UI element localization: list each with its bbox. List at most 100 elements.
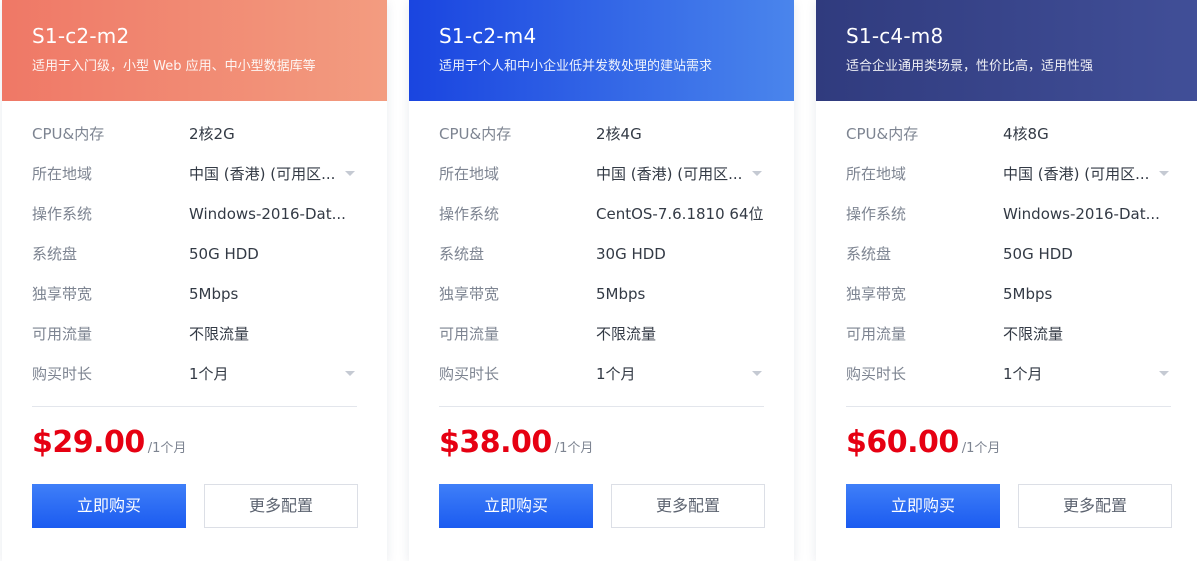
divider — [846, 406, 1171, 407]
spec-label: 所在地域 — [439, 165, 500, 183]
region-select-value[interactable]: 中国 (香港) (可用区... — [596, 154, 746, 194]
divider — [439, 406, 764, 407]
spec-row-system-disk: 系统盘 30G HDD — [439, 234, 764, 274]
spec-row-os: 操作系统 Windows-2016-Dat... — [32, 194, 357, 234]
price-unit: /1个月 — [554, 441, 594, 456]
spec-label: 系统盘 — [846, 245, 892, 263]
plan-title: S1-c2-m2 — [32, 24, 130, 48]
spec-list: CPU&内存 2核4G 所在地域 中国 (香港) (可用区... 操作系统 Ce… — [439, 114, 764, 394]
region-select[interactable]: 所在地域 中国 (香港) (可用区... — [32, 154, 357, 194]
chevron-down-icon[interactable] — [345, 371, 355, 376]
spec-value: CentOS-7.6.1810 64位 — [596, 205, 764, 223]
spec-label: 系统盘 — [32, 245, 78, 263]
plan-title: S1-c4-m8 — [846, 24, 944, 48]
spec-label: 购买时长 — [439, 365, 500, 383]
spec-value: 5Mbps — [189, 285, 239, 303]
spec-label: 独享带宽 — [846, 285, 907, 303]
chevron-down-icon[interactable] — [1159, 371, 1169, 376]
divider — [32, 406, 357, 407]
plan-header: S1-c4-m8 适合企业通用类场景，性价比高，适用性强 — [816, 0, 1197, 101]
buy-now-button[interactable]: 立即购买 — [32, 484, 186, 528]
duration-select[interactable]: 购买时长 1个月 — [846, 354, 1171, 394]
plan-description: 适合企业通用类场景，性价比高，适用性强 — [846, 59, 1094, 74]
region-select[interactable]: 所在地域 中国 (香港) (可用区... — [439, 154, 764, 194]
price-row: $38.00/1个月 — [439, 425, 593, 465]
duration-select-value[interactable]: 1个月 — [1003, 354, 1153, 394]
region-select-value[interactable]: 中国 (香港) (可用区... — [189, 154, 339, 194]
spec-list: CPU&内存 2核2G 所在地域 中国 (香港) (可用区... 操作系统 Wi… — [32, 114, 357, 394]
spec-value: Windows-2016-Dat... — [189, 205, 346, 223]
spec-value: 50G HDD — [189, 245, 259, 263]
plan-card-s1-c2-m2: S1-c2-m2 适用于入门级，小型 Web 应用、中小型数据库等 CPU&内存… — [2, 0, 387, 561]
buy-now-button[interactable]: 立即购买 — [439, 484, 593, 528]
spec-row-system-disk: 系统盘 50G HDD — [32, 234, 357, 274]
price: $38.00 — [439, 425, 552, 460]
spec-row-bandwidth: 独享带宽 5Mbps — [846, 274, 1171, 314]
plan-description: 适用于入门级，小型 Web 应用、中小型数据库等 — [32, 59, 316, 74]
spec-label: 所在地域 — [846, 165, 907, 183]
spec-label: 操作系统 — [32, 205, 93, 223]
duration-select-value[interactable]: 1个月 — [596, 354, 746, 394]
spec-row-traffic: 可用流量 不限流量 — [846, 314, 1171, 354]
spec-label: CPU&内存 — [32, 125, 105, 143]
spec-label: 操作系统 — [439, 205, 500, 223]
chevron-down-icon[interactable] — [345, 171, 355, 176]
buy-now-button[interactable]: 立即购买 — [846, 484, 1000, 528]
plan-header: S1-c2-m2 适用于入门级，小型 Web 应用、中小型数据库等 — [2, 0, 387, 101]
spec-row-system-disk: 系统盘 50G HDD — [846, 234, 1171, 274]
chevron-down-icon[interactable] — [752, 171, 762, 176]
region-select-value[interactable]: 中国 (香港) (可用区... — [1003, 154, 1153, 194]
spec-value: 4核8G — [1003, 125, 1049, 143]
spec-label: 可用流量 — [846, 325, 907, 343]
spec-value: 2核2G — [189, 125, 235, 143]
chevron-down-icon[interactable] — [752, 371, 762, 376]
spec-row-traffic: 可用流量 不限流量 — [32, 314, 357, 354]
spec-value: 不限流量 — [189, 325, 250, 343]
spec-row-bandwidth: 独享带宽 5Mbps — [439, 274, 764, 314]
plan-description: 适用于个人和中小企业低并发数处理的建站需求 — [439, 59, 713, 74]
spec-label: CPU&内存 — [846, 125, 919, 143]
region-select[interactable]: 所在地域 中国 (香港) (可用区... — [846, 154, 1171, 194]
spec-value: 不限流量 — [1003, 325, 1064, 343]
duration-select[interactable]: 购买时长 1个月 — [32, 354, 357, 394]
chevron-down-icon[interactable] — [1159, 171, 1169, 176]
spec-value: 5Mbps — [596, 285, 646, 303]
spec-row-os: 操作系统 CentOS-7.6.1810 64位 — [439, 194, 764, 234]
spec-label: 系统盘 — [439, 245, 485, 263]
spec-row-cpu-memory: CPU&内存 2核4G — [439, 114, 764, 154]
spec-value: 不限流量 — [596, 325, 657, 343]
price-row: $29.00/1个月 — [32, 425, 186, 465]
spec-value: 5Mbps — [1003, 285, 1053, 303]
more-config-button[interactable]: 更多配置 — [1018, 484, 1172, 528]
spec-row-cpu-memory: CPU&内存 2核2G — [32, 114, 357, 154]
spec-row-os: 操作系统 Windows-2016-Dat... — [846, 194, 1171, 234]
more-config-button[interactable]: 更多配置 — [204, 484, 358, 528]
more-config-button[interactable]: 更多配置 — [611, 484, 765, 528]
spec-row-traffic: 可用流量 不限流量 — [439, 314, 764, 354]
spec-label: 可用流量 — [439, 325, 500, 343]
plan-header: S1-c2-m4 适用于个人和中小企业低并发数处理的建站需求 — [409, 0, 794, 101]
spec-value: Windows-2016-Dat... — [1003, 205, 1160, 223]
price-unit: /1个月 — [961, 441, 1001, 456]
spec-label: 所在地域 — [32, 165, 93, 183]
price: $29.00 — [32, 425, 145, 460]
duration-select[interactable]: 购买时长 1个月 — [439, 354, 764, 394]
spec-label: 购买时长 — [846, 365, 907, 383]
spec-list: CPU&内存 4核8G 所在地域 中国 (香港) (可用区... 操作系统 Wi… — [846, 114, 1171, 394]
price: $60.00 — [846, 425, 959, 460]
plan-card-s1-c2-m4: S1-c2-m4 适用于个人和中小企业低并发数处理的建站需求 CPU&内存 2核… — [409, 0, 794, 561]
spec-label: 独享带宽 — [439, 285, 500, 303]
spec-label: 独享带宽 — [32, 285, 93, 303]
duration-select-value[interactable]: 1个月 — [189, 354, 339, 394]
price-unit: /1个月 — [147, 441, 187, 456]
price-row: $60.00/1个月 — [846, 425, 1000, 465]
spec-value: 2核4G — [596, 125, 642, 143]
spec-value: 30G HDD — [596, 245, 666, 263]
spec-row-bandwidth: 独享带宽 5Mbps — [32, 274, 357, 314]
spec-label: 购买时长 — [32, 365, 93, 383]
spec-label: 可用流量 — [32, 325, 93, 343]
spec-row-cpu-memory: CPU&内存 4核8G — [846, 114, 1171, 154]
spec-label: CPU&内存 — [439, 125, 512, 143]
plan-card-s1-c4-m8: S1-c4-m8 适合企业通用类场景，性价比高，适用性强 CPU&内存 4核8G… — [816, 0, 1197, 561]
plan-title: S1-c2-m4 — [439, 24, 537, 48]
